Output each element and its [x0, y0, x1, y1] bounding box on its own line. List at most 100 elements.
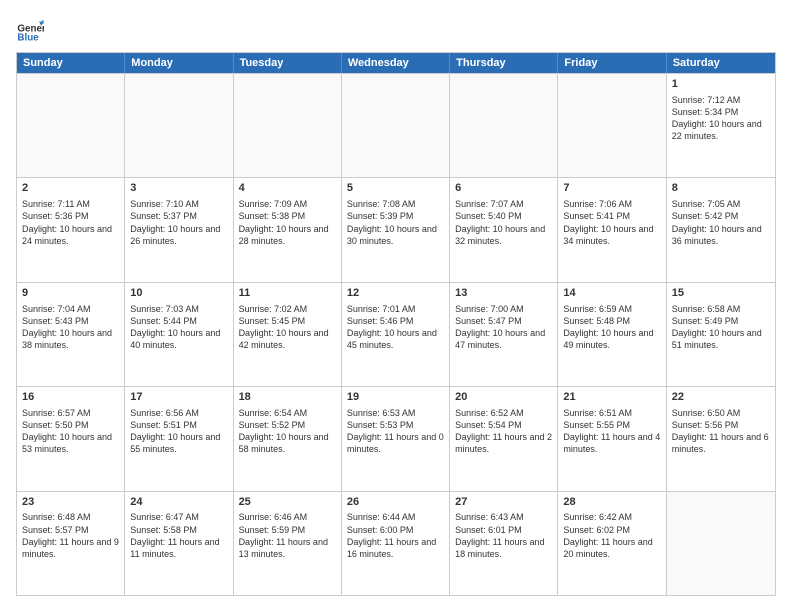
cal-cell: 14 Sunrise: 6:59 AM Sunset: 5:48 PM Dayli…: [558, 283, 666, 386]
day-info: Sunrise: 6:48 AM Sunset: 5:57 PM Dayligh…: [22, 512, 119, 558]
day-number: 17: [130, 390, 227, 405]
cal-header-cell-friday: Friday: [558, 53, 666, 73]
day-number: 27: [455, 495, 552, 510]
day-info: Sunrise: 6:54 AM Sunset: 5:52 PM Dayligh…: [239, 408, 329, 454]
cal-header-cell-tuesday: Tuesday: [234, 53, 342, 73]
cal-cell: [125, 74, 233, 177]
day-number: 28: [563, 495, 660, 510]
day-info: Sunrise: 7:12 AM Sunset: 5:34 PM Dayligh…: [672, 95, 762, 141]
day-number: 24: [130, 495, 227, 510]
cal-cell: [450, 74, 558, 177]
day-info: Sunrise: 6:44 AM Sunset: 6:00 PM Dayligh…: [347, 512, 436, 558]
logo-icon: General Blue: [16, 16, 44, 44]
day-number: 23: [22, 495, 119, 510]
day-number: 4: [239, 181, 336, 196]
day-number: 22: [672, 390, 770, 405]
day-info: Sunrise: 7:08 AM Sunset: 5:39 PM Dayligh…: [347, 199, 437, 245]
cal-cell: 15 Sunrise: 6:58 AM Sunset: 5:49 PM Dayli…: [667, 283, 775, 386]
cal-cell: 11Sunrise: 7:02 AM Sunset: 5:45 PM Dayli…: [234, 283, 342, 386]
cal-cell: 2 Sunrise: 7:11 AM Sunset: 5:36 PM Daylig…: [17, 178, 125, 281]
day-number: 6: [455, 181, 552, 196]
day-number: 15: [672, 286, 770, 301]
cal-header-cell-sunday: Sunday: [17, 53, 125, 73]
cal-cell: 26 Sunrise: 6:44 AM Sunset: 6:00 PM Dayli…: [342, 492, 450, 595]
cal-cell: 17Sunrise: 6:56 AM Sunset: 5:51 PM Dayli…: [125, 387, 233, 490]
day-number: 25: [239, 495, 336, 510]
day-number: 2: [22, 181, 119, 196]
day-number: 5: [347, 181, 444, 196]
day-info: Sunrise: 7:03 AM Sunset: 5:44 PM Dayligh…: [130, 304, 220, 350]
day-info: Sunrise: 7:01 AM Sunset: 5:46 PM Dayligh…: [347, 304, 437, 350]
day-number: 10: [130, 286, 227, 301]
day-number: 18: [239, 390, 336, 405]
cal-cell: 7 Sunrise: 7:06 AM Sunset: 5:41 PM Daylig…: [558, 178, 666, 281]
cal-cell: [558, 74, 666, 177]
day-info: Sunrise: 7:10 AM Sunset: 5:37 PM Dayligh…: [130, 199, 220, 245]
cal-row-2: 9 Sunrise: 7:04 AM Sunset: 5:43 PM Daylig…: [17, 282, 775, 386]
cal-cell: 18 Sunrise: 6:54 AM Sunset: 5:52 PM Dayli…: [234, 387, 342, 490]
cal-cell: 4 Sunrise: 7:09 AM Sunset: 5:38 PM Daylig…: [234, 178, 342, 281]
cal-cell: 5 Sunrise: 7:08 AM Sunset: 5:39 PM Daylig…: [342, 178, 450, 281]
day-info: Sunrise: 6:53 AM Sunset: 5:53 PM Dayligh…: [347, 408, 444, 454]
day-number: 26: [347, 495, 444, 510]
cal-cell: 9 Sunrise: 7:04 AM Sunset: 5:43 PM Daylig…: [17, 283, 125, 386]
day-number: 3: [130, 181, 227, 196]
day-number: 11: [239, 286, 336, 301]
day-number: 20: [455, 390, 552, 405]
day-info: Sunrise: 7:11 AM Sunset: 5:36 PM Dayligh…: [22, 199, 112, 245]
cal-cell: 1Sunrise: 7:12 AM Sunset: 5:34 PM Daylig…: [667, 74, 775, 177]
day-info: Sunrise: 7:07 AM Sunset: 5:40 PM Dayligh…: [455, 199, 545, 245]
cal-cell: 10 Sunrise: 7:03 AM Sunset: 5:44 PM Dayli…: [125, 283, 233, 386]
day-number: 9: [22, 286, 119, 301]
header: General Blue: [16, 16, 776, 44]
day-number: 16: [22, 390, 119, 405]
cal-cell: 21 Sunrise: 6:51 AM Sunset: 5:55 PM Dayli…: [558, 387, 666, 490]
day-number: 8: [672, 181, 770, 196]
cal-header-cell-wednesday: Wednesday: [342, 53, 450, 73]
cal-cell: 28 Sunrise: 6:42 AM Sunset: 6:02 PM Dayli…: [558, 492, 666, 595]
page: General Blue SundayMondayTuesdayWednesda…: [0, 0, 792, 612]
cal-cell: 19 Sunrise: 6:53 AM Sunset: 5:53 PM Dayli…: [342, 387, 450, 490]
calendar-header: SundayMondayTuesdayWednesdayThursdayFrid…: [17, 53, 775, 73]
cal-cell: [667, 492, 775, 595]
cal-cell: [234, 74, 342, 177]
svg-text:Blue: Blue: [17, 33, 39, 44]
day-info: Sunrise: 7:06 AM Sunset: 5:41 PM Dayligh…: [563, 199, 653, 245]
day-number: 13: [455, 286, 552, 301]
day-number: 14: [563, 286, 660, 301]
cal-cell: [342, 74, 450, 177]
cal-cell: 13Sunrise: 7:00 AM Sunset: 5:47 PM Dayli…: [450, 283, 558, 386]
day-info: Sunrise: 6:42 AM Sunset: 6:02 PM Dayligh…: [563, 512, 652, 558]
calendar: SundayMondayTuesdayWednesdayThursdayFrid…: [16, 52, 776, 596]
day-info: Sunrise: 7:09 AM Sunset: 5:38 PM Dayligh…: [239, 199, 329, 245]
day-info: Sunrise: 7:04 AM Sunset: 5:43 PM Dayligh…: [22, 304, 112, 350]
cal-cell: 22 Sunrise: 6:50 AM Sunset: 5:56 PM Dayli…: [667, 387, 775, 490]
cal-cell: 6 Sunrise: 7:07 AM Sunset: 5:40 PM Daylig…: [450, 178, 558, 281]
day-number: 7: [563, 181, 660, 196]
day-number: 19: [347, 390, 444, 405]
day-info: Sunrise: 6:47 AM Sunset: 5:58 PM Dayligh…: [130, 512, 219, 558]
day-info: Sunrise: 6:59 AM Sunset: 5:48 PM Dayligh…: [563, 304, 653, 350]
day-info: Sunrise: 6:50 AM Sunset: 5:56 PM Dayligh…: [672, 408, 769, 454]
cal-row-3: 16 Sunrise: 6:57 AM Sunset: 5:50 PM Dayli…: [17, 386, 775, 490]
day-info: Sunrise: 6:51 AM Sunset: 5:55 PM Dayligh…: [563, 408, 660, 454]
cal-header-cell-thursday: Thursday: [450, 53, 558, 73]
cal-header-cell-monday: Monday: [125, 53, 233, 73]
day-info: Sunrise: 6:57 AM Sunset: 5:50 PM Dayligh…: [22, 408, 112, 454]
cal-cell: 16 Sunrise: 6:57 AM Sunset: 5:50 PM Dayli…: [17, 387, 125, 490]
cal-cell: 25 Sunrise: 6:46 AM Sunset: 5:59 PM Dayli…: [234, 492, 342, 595]
cal-cell: 20Sunrise: 6:52 AM Sunset: 5:54 PM Dayli…: [450, 387, 558, 490]
day-info: Sunrise: 6:58 AM Sunset: 5:49 PM Dayligh…: [672, 304, 762, 350]
cal-cell: 3 Sunrise: 7:10 AM Sunset: 5:37 PM Daylig…: [125, 178, 233, 281]
cal-row-0: 1Sunrise: 7:12 AM Sunset: 5:34 PM Daylig…: [17, 73, 775, 177]
cal-cell: 12 Sunrise: 7:01 AM Sunset: 5:46 PM Dayli…: [342, 283, 450, 386]
day-number: 21: [563, 390, 660, 405]
cal-cell: 24 Sunrise: 6:47 AM Sunset: 5:58 PM Dayli…: [125, 492, 233, 595]
day-info: Sunrise: 6:46 AM Sunset: 5:59 PM Dayligh…: [239, 512, 328, 558]
day-info: Sunrise: 7:05 AM Sunset: 5:42 PM Dayligh…: [672, 199, 762, 245]
logo: General Blue: [16, 16, 24, 44]
cal-cell: 8 Sunrise: 7:05 AM Sunset: 5:42 PM Daylig…: [667, 178, 775, 281]
cal-row-4: 23 Sunrise: 6:48 AM Sunset: 5:57 PM Dayli…: [17, 491, 775, 595]
cal-cell: 23 Sunrise: 6:48 AM Sunset: 5:57 PM Dayli…: [17, 492, 125, 595]
day-number: 12: [347, 286, 444, 301]
